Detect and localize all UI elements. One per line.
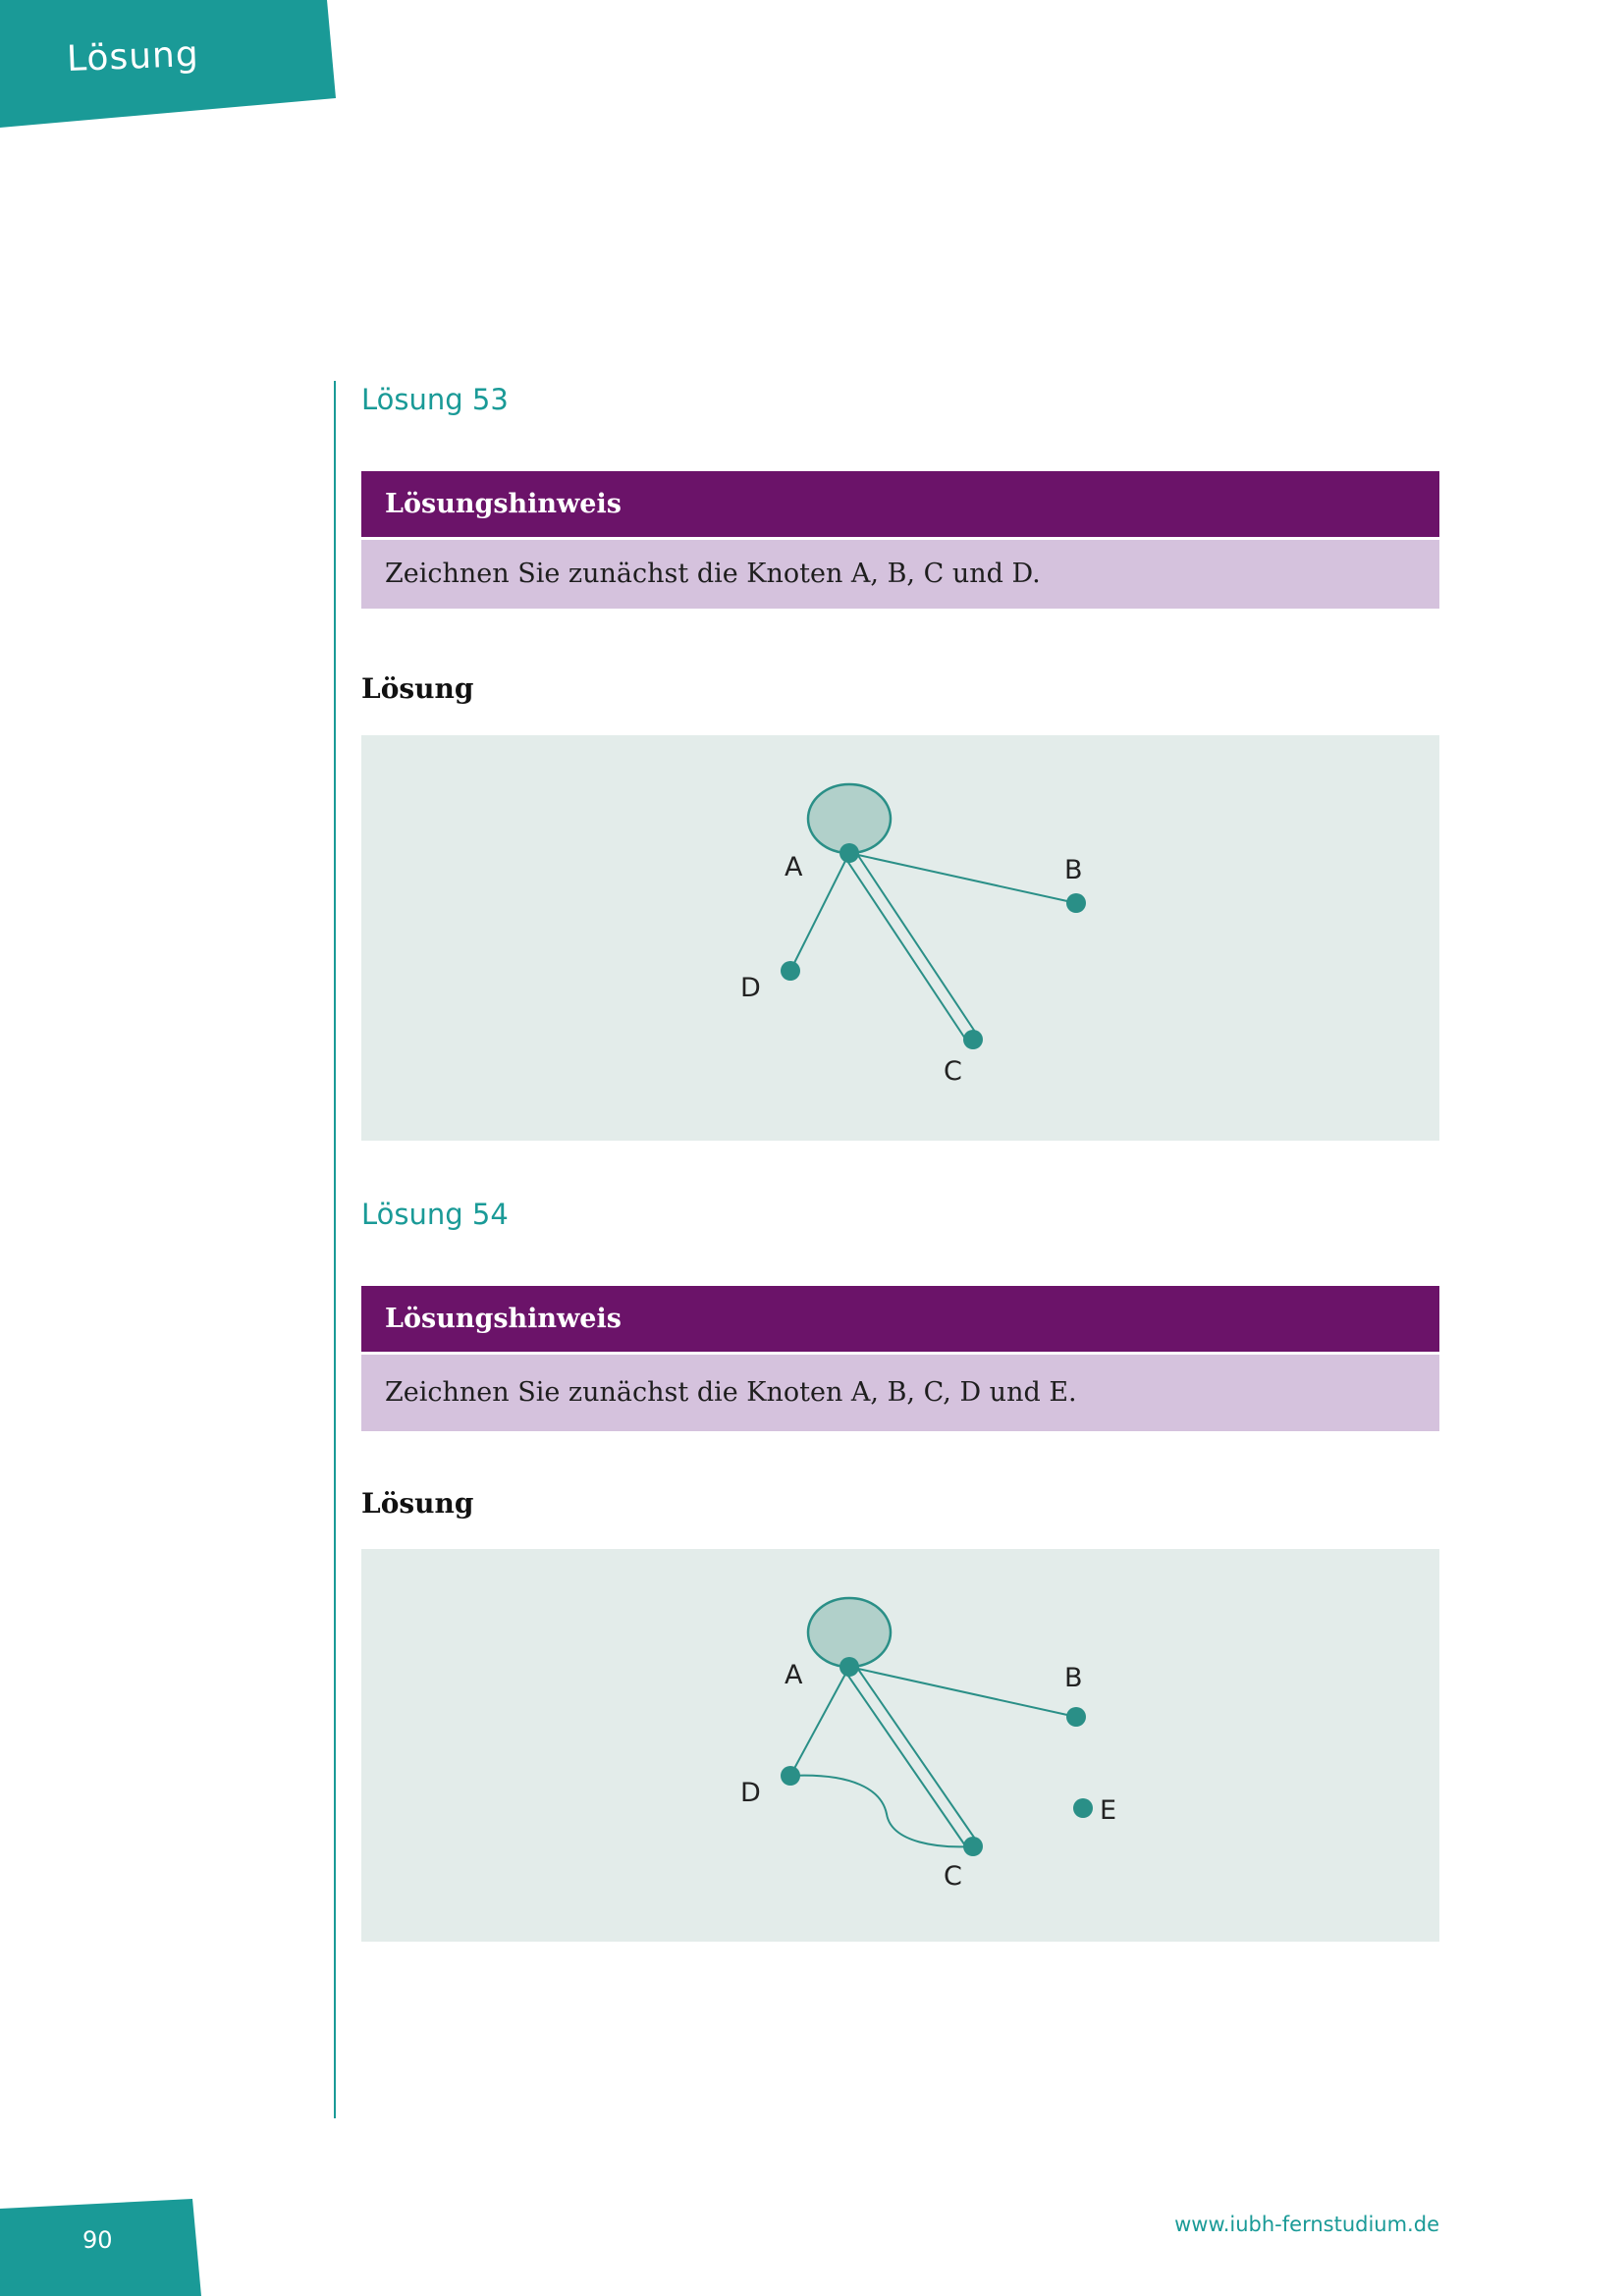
node-c: [963, 1837, 983, 1856]
section-tab-label: Lösung: [66, 33, 200, 80]
hint-text: Zeichnen Sie zunächst die Knoten A, B, C…: [361, 540, 1439, 609]
node-label-b: B: [1064, 855, 1083, 885]
solution-label: Lösung: [361, 1487, 474, 1520]
hint-text: Zeichnen Sie zunächst die Knoten A, B, C…: [361, 1355, 1439, 1431]
loop-edge-a: [806, 782, 893, 855]
node-label-d: D: [740, 1778, 761, 1808]
solution-label: Lösung: [361, 672, 474, 705]
solution-53-title: Lösung 53: [361, 383, 509, 416]
node-a: [839, 1657, 859, 1677]
loop-edge-a: [806, 1596, 893, 1669]
node-d: [781, 1766, 800, 1786]
edge-a-c-1: [842, 854, 968, 1042]
node-d: [781, 961, 800, 981]
graph-figure-54: A B C D E: [361, 1549, 1439, 1942]
node-b: [1066, 893, 1086, 913]
edge-d-c: [789, 1774, 974, 1848]
solution-54-title: Lösung 54: [361, 1198, 509, 1231]
graph-54: A B C D E: [740, 1596, 1116, 1892]
footer-url[interactable]: www.iubh-fernstudium.de: [1174, 2213, 1439, 2236]
margin-rule: [334, 381, 336, 2118]
node-label-b: B: [1064, 1663, 1083, 1693]
node-label-d: D: [740, 973, 761, 1003]
edge-a-c-2: [854, 850, 980, 1039]
edge-a-c-1: [842, 1668, 968, 1849]
node-b: [1066, 1707, 1086, 1727]
graph-53: A B C D: [740, 782, 1086, 1087]
node-e: [1073, 1798, 1093, 1818]
node-label-c: C: [944, 1056, 962, 1087]
node-c: [963, 1030, 983, 1049]
graph-figure-53: A B C D: [361, 735, 1439, 1141]
node-label-a: A: [785, 1660, 803, 1690]
edge-a-b: [848, 852, 1077, 904]
node-a: [839, 843, 859, 863]
edge-a-b: [848, 1666, 1077, 1718]
hint-heading: Lösungshinweis: [361, 1286, 1439, 1352]
node-label-a: A: [785, 852, 803, 882]
node-label-e: E: [1100, 1795, 1116, 1826]
hint-heading: Lösungshinweis: [361, 471, 1439, 537]
page-number: 90: [82, 2226, 113, 2254]
node-label-c: C: [944, 1861, 962, 1892]
